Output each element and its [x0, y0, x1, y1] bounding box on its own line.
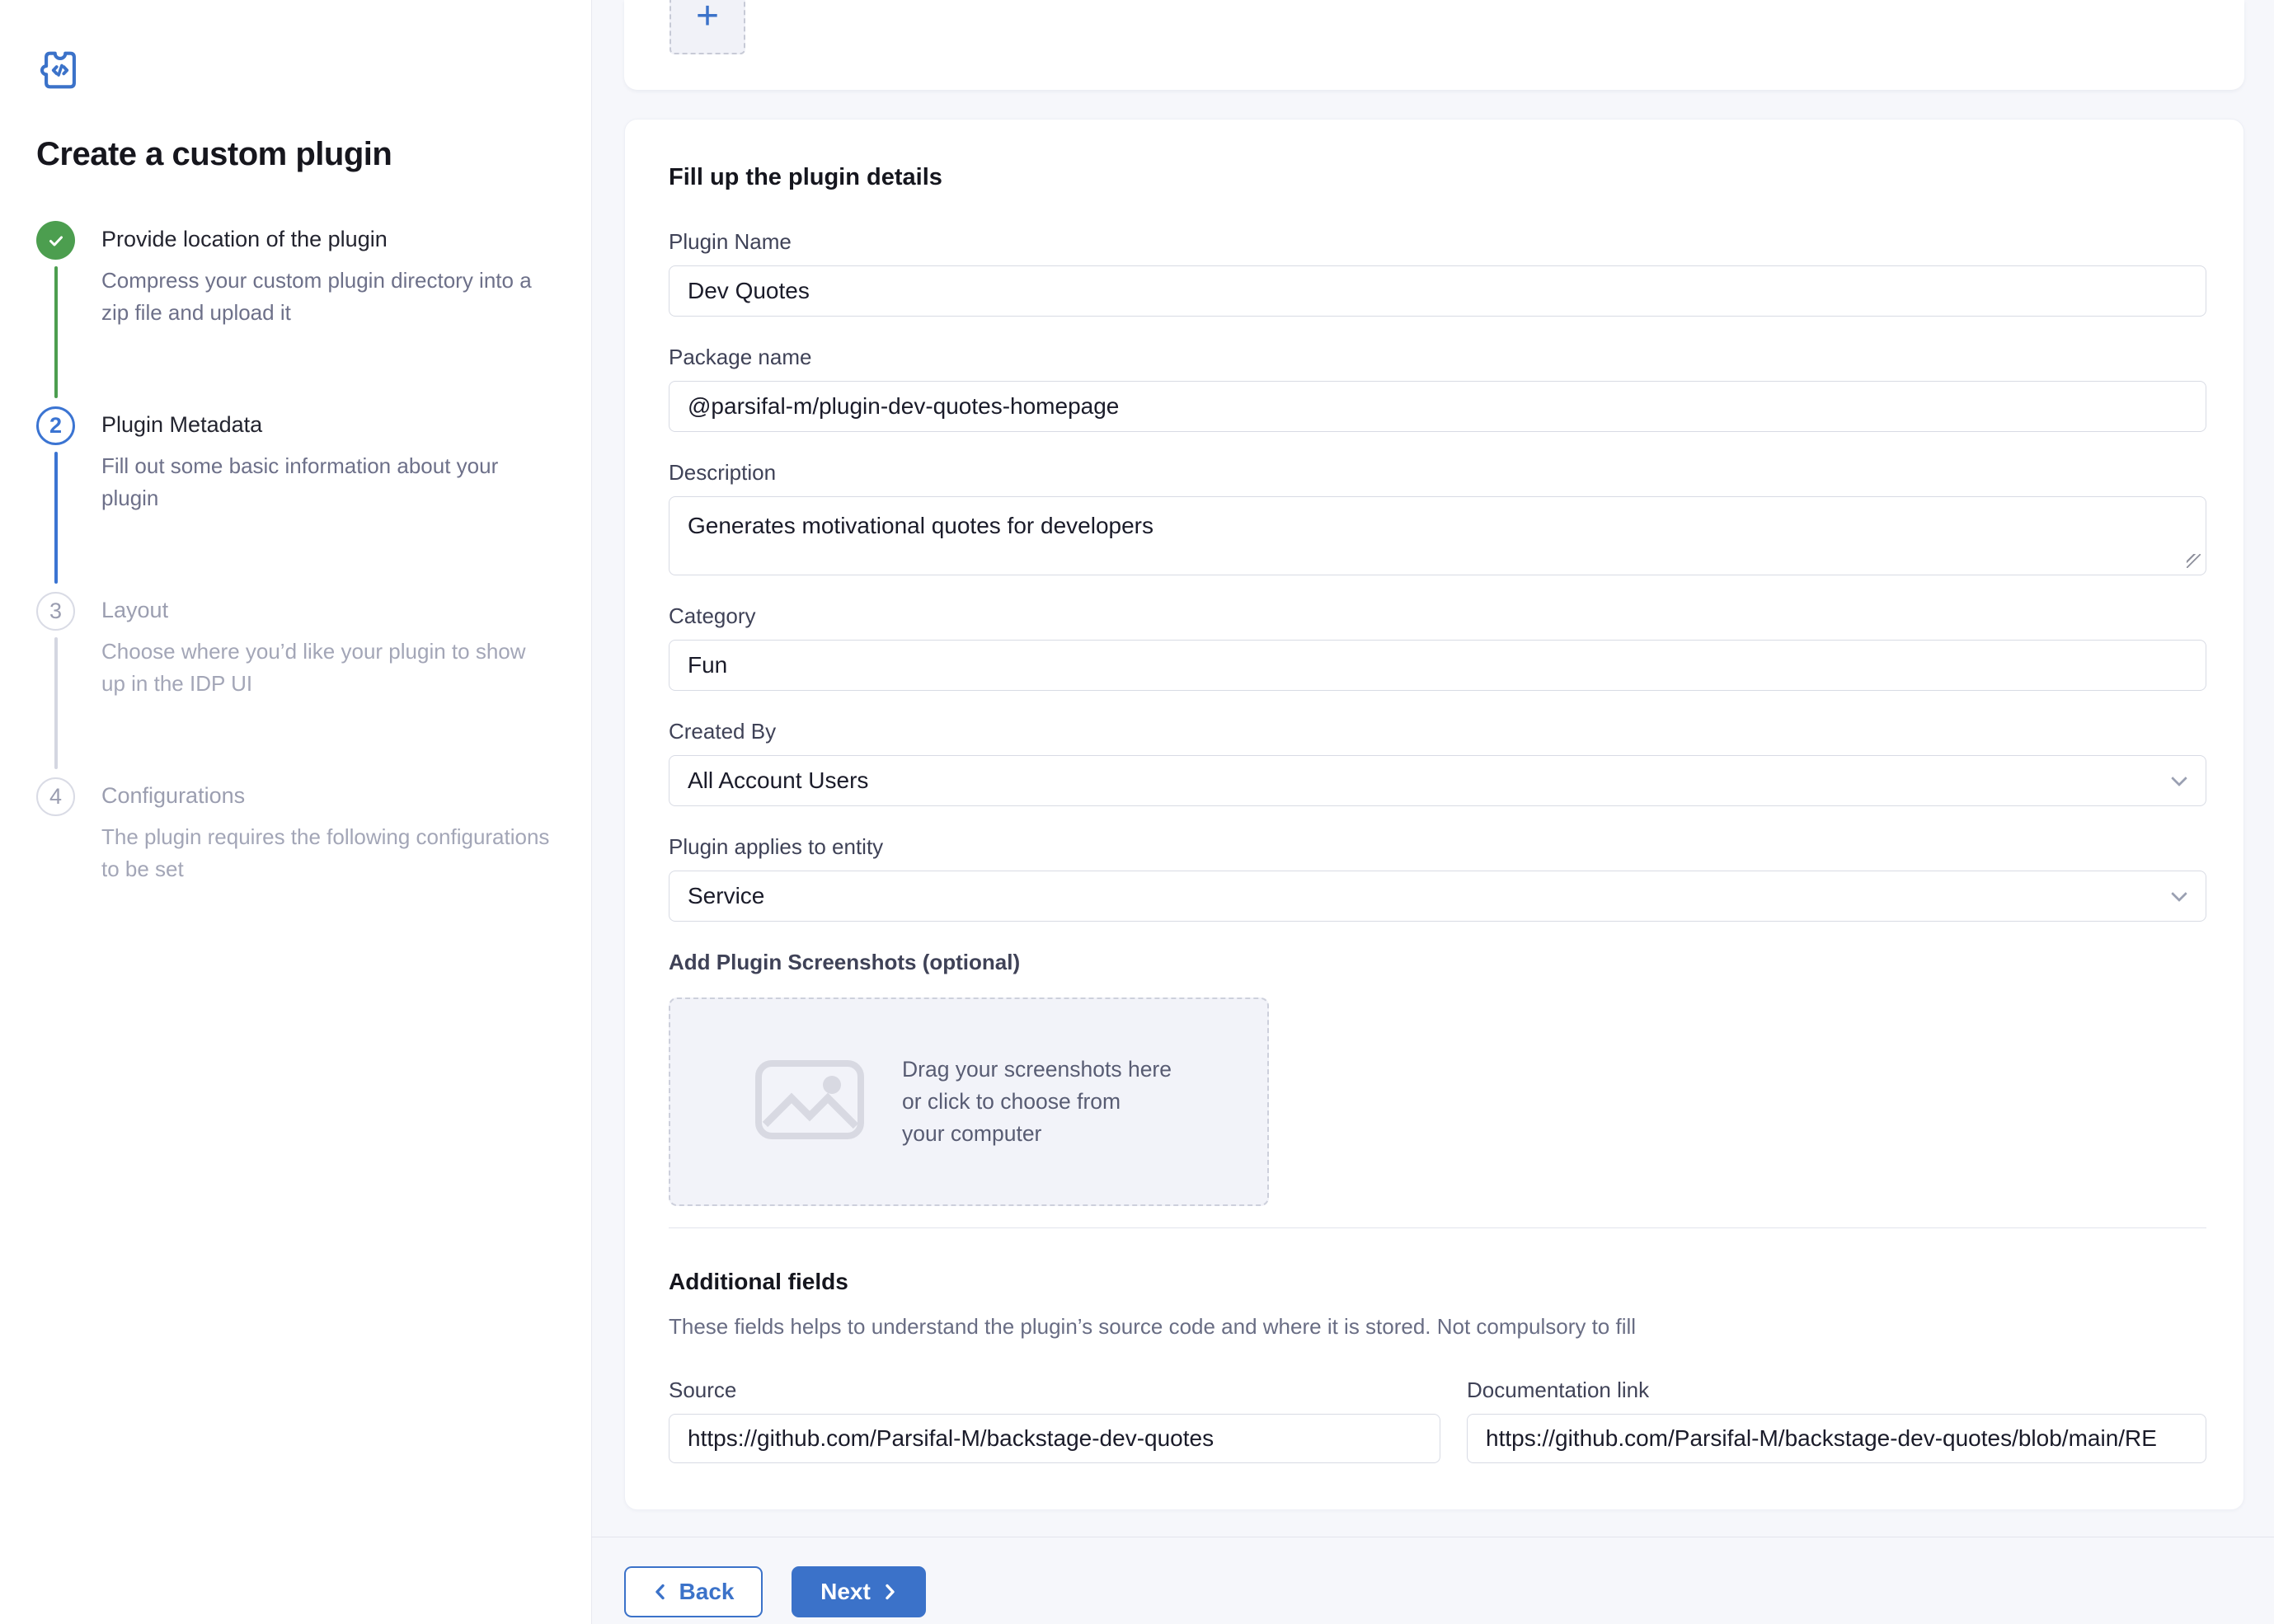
description-textarea[interactable]: Generates motivational quotes for develo…	[669, 496, 2206, 575]
step-3-rail: 3	[36, 592, 75, 777]
step-2-description: Fill out some basic information about yo…	[101, 450, 551, 514]
step-4-rail: 4	[36, 777, 75, 885]
description-field: Description Generates motivational quote…	[669, 460, 2206, 575]
section-divider	[669, 1227, 2206, 1228]
package-name-input[interactable]	[669, 381, 2206, 432]
created-by-select[interactable]	[669, 755, 2206, 806]
documentation-label: Documentation link	[1467, 1378, 2206, 1403]
entity-select[interactable]	[669, 871, 2206, 922]
chevron-left-icon	[653, 1583, 667, 1601]
documentation-input[interactable]	[1467, 1414, 2206, 1463]
custom-plugin-icon	[36, 46, 558, 98]
package-name-label: Package name	[669, 345, 2206, 370]
textarea-resize-handle[interactable]	[2187, 554, 2201, 568]
category-field: Category	[669, 603, 2206, 691]
step-2-title: Plugin Metadata	[101, 412, 551, 438]
page-title: Create a custom plugin	[36, 136, 558, 173]
step-connector	[54, 266, 58, 398]
add-screenshot-tile[interactable]: +	[670, 0, 745, 54]
additional-fields-heading: Additional fields	[669, 1269, 2206, 1295]
plugin-name-label: Plugin Name	[669, 229, 2206, 255]
source-field: Source	[669, 1378, 1440, 1463]
links-row: Source Documentation link	[669, 1378, 2206, 1463]
step-4-title: Configurations	[101, 783, 551, 809]
step-connector	[54, 452, 58, 584]
screenshots-field: Add Plugin Screenshots (optional) Drag y…	[669, 950, 2206, 1206]
screenshots-label: Add Plugin Screenshots (optional)	[669, 950, 2206, 975]
step-layout[interactable]: 3 Layout Choose where you’d like your pl…	[36, 592, 558, 777]
wizard-footer: Back Next	[624, 1537, 2244, 1617]
step-4-description: The plugin requires the following config…	[101, 821, 551, 885]
source-label: Source	[669, 1378, 1440, 1403]
entity-field: Plugin applies to entity	[669, 834, 2206, 922]
wizard-stepper: Provide location of the plugin Compress …	[36, 221, 558, 885]
step-4-number: 4	[36, 777, 75, 816]
plugin-details-card: Fill up the plugin details Plugin Name P…	[624, 119, 2244, 1510]
step-1-description: Compress your custom plugin directory in…	[101, 265, 551, 329]
step-2-rail: 2	[36, 406, 75, 592]
category-label: Category	[669, 603, 2206, 629]
form-heading: Fill up the plugin details	[669, 164, 2206, 191]
dropzone-text: Drag your screenshots here or click to c…	[902, 1054, 1172, 1150]
image-placeholder-icon	[755, 1060, 864, 1143]
source-input[interactable]	[669, 1414, 1440, 1463]
chevron-right-icon	[883, 1583, 897, 1601]
category-input[interactable]	[669, 640, 2206, 691]
created-by-field: Created By	[669, 719, 2206, 806]
section-gap	[624, 90, 2244, 119]
step-2-number: 2	[36, 406, 75, 445]
step-3-title: Layout	[101, 598, 551, 623]
step-connector	[54, 637, 58, 769]
step-1-title: Provide location of the plugin	[101, 227, 551, 252]
additional-fields-subtext: These fields helps to understand the plu…	[669, 1314, 2206, 1340]
upload-section-card: +	[624, 0, 2244, 90]
wizard-sidebar: Create a custom plugin Provide location …	[0, 0, 592, 1624]
entity-label: Plugin applies to entity	[669, 834, 2206, 860]
step-1-rail	[36, 221, 75, 406]
screenshots-dropzone[interactable]: Drag your screenshots here or click to c…	[669, 997, 1269, 1206]
next-button[interactable]: Next	[792, 1566, 926, 1617]
documentation-field: Documentation link	[1467, 1378, 2206, 1463]
back-button-label: Back	[679, 1579, 735, 1605]
plugin-name-field: Plugin Name	[669, 229, 2206, 317]
step-provide-location[interactable]: Provide location of the plugin Compress …	[36, 221, 558, 406]
description-label: Description	[669, 460, 2206, 486]
step-configurations[interactable]: 4 Configurations The plugin requires the…	[36, 777, 558, 885]
step-3-number: 3	[36, 592, 75, 631]
step-3-description: Choose where you’d like your plugin to s…	[101, 636, 551, 700]
step-plugin-metadata[interactable]: 2 Plugin Metadata Fill out some basic in…	[36, 406, 558, 592]
main-content: + Fill up the plugin details Plugin Name…	[592, 0, 2274, 1624]
plugin-name-input[interactable]	[669, 265, 2206, 317]
step-1-complete-check-icon	[36, 221, 75, 260]
next-button-label: Next	[820, 1579, 871, 1605]
back-button[interactable]: Back	[624, 1566, 763, 1617]
created-by-label: Created By	[669, 719, 2206, 744]
package-name-field: Package name	[669, 345, 2206, 432]
plus-icon: +	[696, 0, 719, 36]
